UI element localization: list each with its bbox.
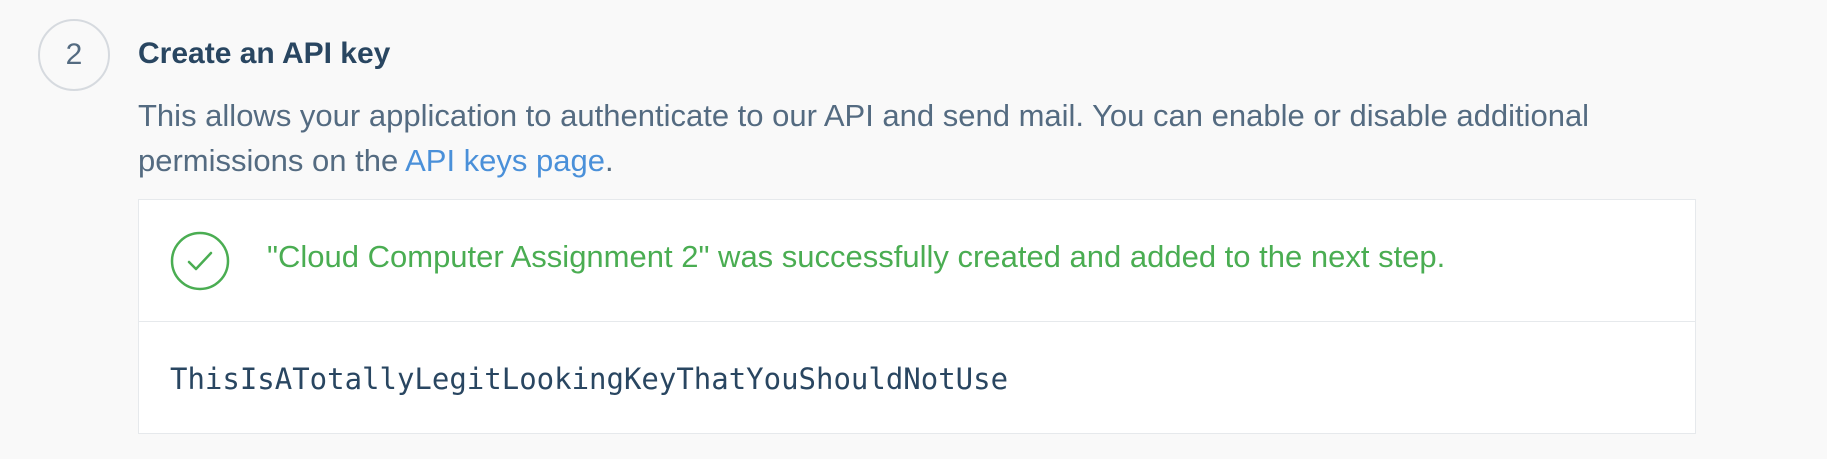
step-number-badge: 2 (38, 19, 110, 91)
step-description-text: This allows your application to authenti… (138, 98, 1590, 178)
step-create-api-key: 2 Create an API key This allows your app… (0, 0, 1827, 459)
step-description: This allows your application to authenti… (138, 93, 1698, 183)
api-key-panel: "Cloud Computer Assignment 2" was succes… (138, 199, 1696, 434)
api-keys-page-link[interactable]: API keys page (405, 143, 605, 178)
step-title: Create an API key (138, 37, 391, 70)
success-message: "Cloud Computer Assignment 2" was succes… (267, 239, 1446, 274)
step-description-end: . (605, 143, 614, 178)
api-key-row: ThisIsATotallyLegitLookingKeyThatYouShou… (139, 322, 1695, 434)
api-key-value[interactable]: ThisIsATotallyLegitLookingKeyThatYouShou… (170, 359, 1008, 399)
check-circle-icon (170, 231, 230, 291)
success-alert: "Cloud Computer Assignment 2" was succes… (139, 200, 1695, 322)
